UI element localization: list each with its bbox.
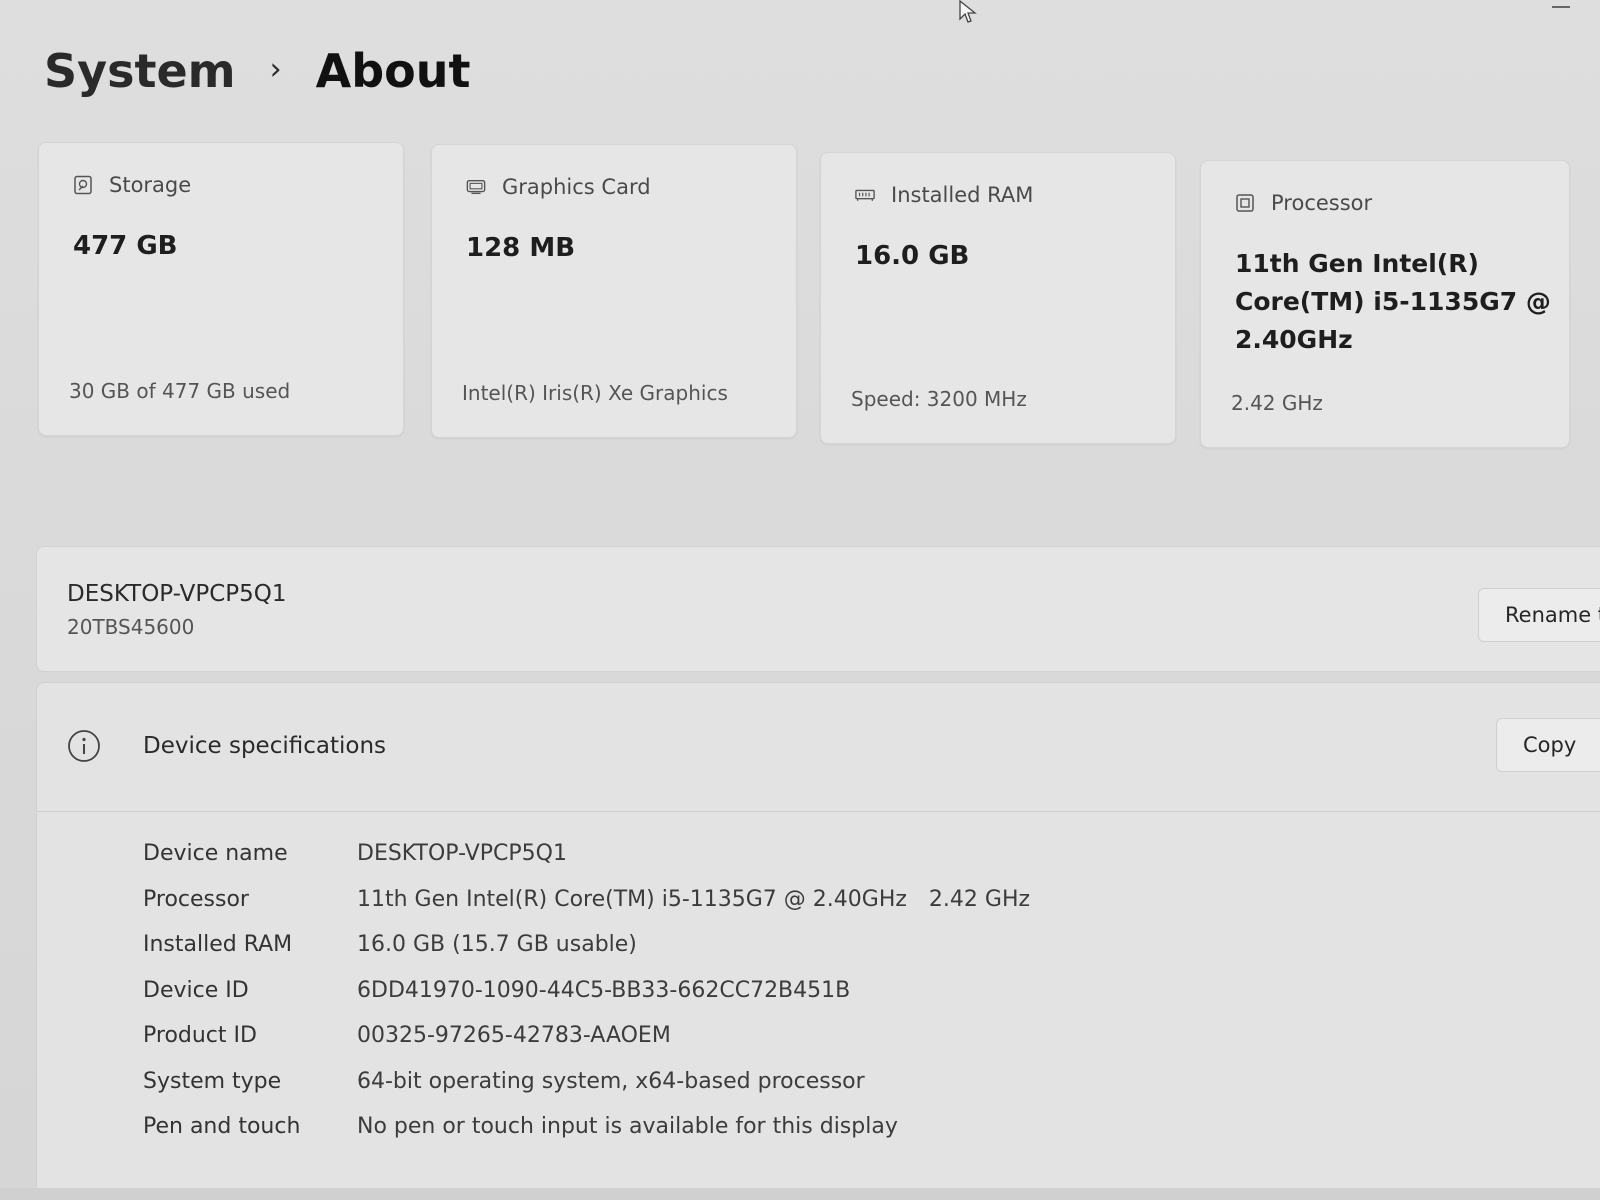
spec-value[interactable]: 64-bit operating system, x64-based proce… xyxy=(357,1069,865,1094)
processor-model: 11th Gen Intel(R) Core(TM) i5-1135G7 @ 2… xyxy=(357,886,907,912)
graphics-adapter-name: Intel(R) Iris(R) Xe Graphics xyxy=(462,381,728,405)
storage-usage: 30 GB of 477 GB used xyxy=(69,379,291,403)
graphics-memory-value: 128 MB xyxy=(466,233,576,263)
rename-pc-button[interactable]: Rename t xyxy=(1478,588,1600,642)
ram-icon xyxy=(855,189,875,201)
spec-row-pen-and-touch: Pen and touch No pen or touch input is a… xyxy=(143,1104,1030,1150)
spec-key: Installed RAM xyxy=(143,932,293,958)
processor-line-3: 2.40GHz xyxy=(1235,325,1353,354)
spec-key: Pen and touch xyxy=(143,1114,301,1140)
copy-specs-button[interactable]: Copy xyxy=(1496,718,1600,772)
spec-value[interactable]: 00325-97265-42783-AAOEM xyxy=(357,1023,671,1048)
spec-key: Processor xyxy=(143,886,249,912)
spec-key: Device ID xyxy=(143,977,249,1003)
spec-row-processor: Processor 11th Gen Intel(R) Core(TM) i5-… xyxy=(143,877,1030,923)
info-icon xyxy=(68,730,100,762)
spec-row-device-id: Device ID 6DD41970-1090-44C5-BB33-662CC7… xyxy=(143,968,1030,1014)
device-specifications-header[interactable]: Device specifications xyxy=(37,683,1600,812)
graphics-card-label: Graphics Card xyxy=(502,175,651,199)
processor-line-1: 11th Gen Intel(R) xyxy=(1235,249,1479,278)
spec-row-product-id: Product ID 00325-97265-42783-AAOEM xyxy=(143,1013,1030,1059)
breadcrumb: System › About xyxy=(44,44,471,98)
device-name: DESKTOP-VPCP5Q1 xyxy=(67,581,287,607)
spec-row-system-type: System type 64-bit operating system, x64… xyxy=(143,1059,1030,1105)
processor-icon xyxy=(1236,194,1254,212)
graphics-card-card[interactable]: Graphics Card 128 MB Intel(R) Iris(R) Xe… xyxy=(431,144,797,438)
processor-value: 11th Gen Intel(R) Core(TM) i5-1135G7 @ 2… xyxy=(1235,245,1551,359)
page-title: About xyxy=(315,44,471,98)
breadcrumb-chevron-icon: › xyxy=(269,51,282,87)
installed-ram-value: 16.0 GB xyxy=(855,241,970,271)
processor-line-2: Core(TM) i5-1135G7 @ xyxy=(1235,287,1551,316)
summary-cards: Storage 477 GB 30 GB of 477 GB used Grap… xyxy=(38,142,1570,448)
spec-table: Device name DESKTOP-VPCP5Q1 Processor 11… xyxy=(143,831,1030,1150)
storage-label: Storage xyxy=(109,173,192,197)
device-model: 20TBS45600 xyxy=(67,615,195,639)
installed-ram-label: Installed RAM xyxy=(891,183,1034,207)
spec-key: Product ID xyxy=(143,1023,257,1049)
panel-divider xyxy=(0,1188,1600,1200)
storage-icon xyxy=(74,175,92,195)
spec-key: Device name xyxy=(143,841,288,867)
spec-row-installed-ram: Installed RAM 16.0 GB (15.7 GB usable) xyxy=(143,922,1030,968)
spec-key: System type xyxy=(143,1068,282,1094)
device-specifications-panel: Device specifications Device name DESKTO… xyxy=(36,682,1600,1194)
spec-value[interactable]: DESKTOP-VPCP5Q1 xyxy=(357,841,567,866)
processor-speed: 2.42 GHz xyxy=(1231,391,1323,415)
spec-value[interactable]: 16.0 GB (15.7 GB usable) xyxy=(357,932,637,957)
spec-row-device-name: Device name DESKTOP-VPCP5Q1 xyxy=(143,831,1030,877)
ram-speed: Speed: 3200 MHz xyxy=(851,387,1027,411)
processor-clock: 2.42 GHz xyxy=(928,886,1031,912)
minimize-icon[interactable] xyxy=(1552,6,1570,8)
spec-value[interactable]: 6DD41970-1090-44C5-BB33-662CC72B451B xyxy=(357,978,850,1003)
graphics-card-icon xyxy=(466,179,486,195)
mouse-cursor-icon xyxy=(959,0,977,23)
device-specifications-title: Device specifications xyxy=(143,733,387,759)
spec-value[interactable]: 11th Gen Intel(R) Core(TM) i5-1135G7 @ 2… xyxy=(357,887,1030,912)
processor-card[interactable]: Processor 11th Gen Intel(R) Core(TM) i5-… xyxy=(1200,160,1570,448)
installed-ram-card[interactable]: Installed RAM 16.0 GB Speed: 3200 MHz xyxy=(820,152,1176,444)
spec-value[interactable]: No pen or touch input is available for t… xyxy=(357,1114,898,1139)
processor-label: Processor xyxy=(1271,191,1373,215)
storage-value: 477 GB xyxy=(73,231,178,261)
breadcrumb-system[interactable]: System xyxy=(44,44,236,98)
device-name-panel: DESKTOP-VPCP5Q1 20TBS45600 xyxy=(36,546,1600,672)
storage-card[interactable]: Storage 477 GB 30 GB of 477 GB used xyxy=(38,142,404,436)
